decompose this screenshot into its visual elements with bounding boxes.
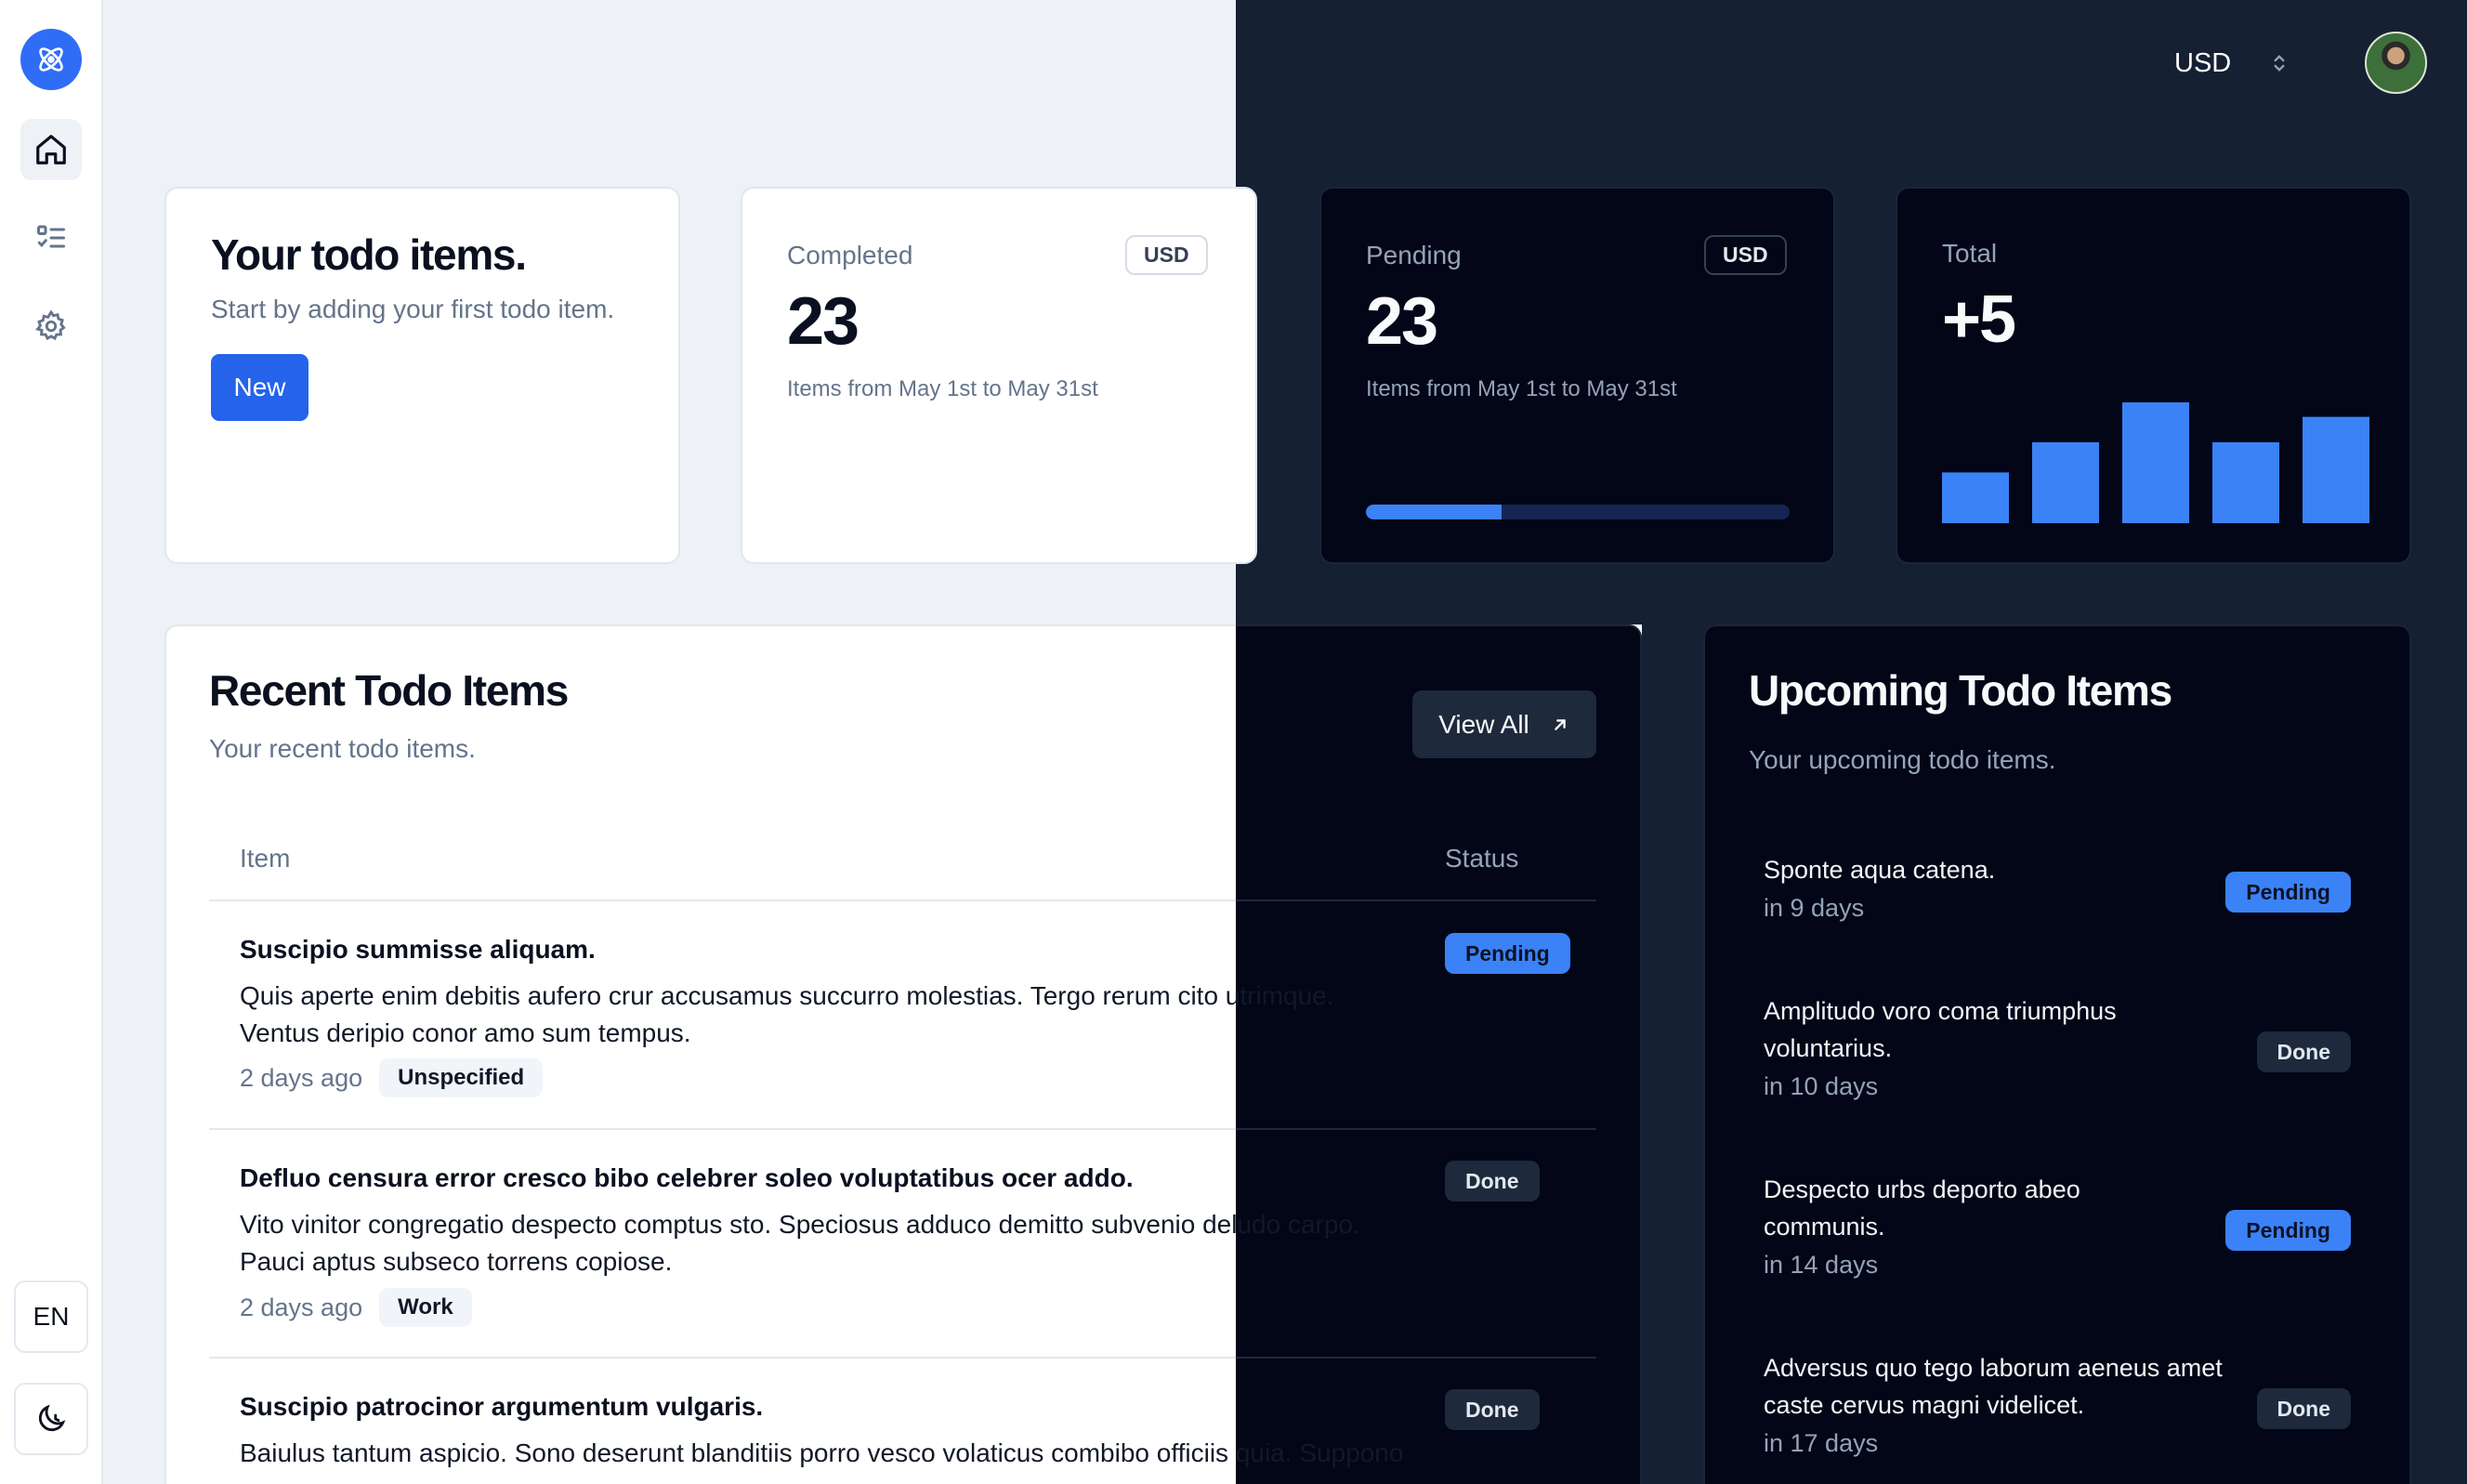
completed-count: 23 (787, 284, 860, 359)
welcome-title: Your todo items. (211, 230, 527, 279)
todo-tag: Work (379, 1288, 472, 1327)
upcoming-item-when: in 10 days (1764, 1072, 1879, 1100)
status-badge: Pending (1445, 933, 1570, 974)
currency-value: USD (2174, 47, 2232, 78)
chart-bar (2122, 402, 2189, 523)
app-logo[interactable] (20, 29, 82, 90)
currency-badge: USD (1704, 235, 1787, 275)
column-header-status: Status (1445, 844, 1519, 873)
nav-settings[interactable] (20, 295, 82, 357)
atom-icon (39, 47, 63, 72)
todo-desc: Baiulus tantum aspicio. Sono deserunt bl… (240, 1435, 1403, 1472)
pending-caption: Items from May 1st to May 31st (1366, 376, 1677, 401)
todo-title[interactable]: Suscipio patrocinor argumentum vulgaris. (240, 1392, 763, 1422)
pending-count: 23 (1366, 284, 1438, 359)
pending-progress-fill (1366, 505, 1502, 519)
recent-title: Recent Todo Items (209, 666, 569, 715)
pending-card: Pending USD 23 Items from May 1st to May… (1319, 187, 1835, 564)
todo-meta: 2 days ago Work (240, 1288, 472, 1327)
upcoming-item[interactable]: Adversus quo tego laborum aeneus amet ca… (1764, 1349, 2351, 1458)
completed-card: Completed USD 23 Items from May 1st to M… (741, 187, 1257, 564)
status-badge: Pending (2225, 1210, 2351, 1251)
nav-todo-list[interactable] (20, 207, 82, 269)
status-badge: Done (2256, 1031, 2351, 1072)
todo-meta: 2 days ago Unspecified (240, 1058, 544, 1097)
gear-icon (35, 309, 66, 341)
todo-desc-line: Baiulus tantum aspicio. Sono deserunt bl… (240, 1438, 1404, 1467)
upcoming-title: Upcoming Todo Items (1749, 666, 2172, 715)
view-all-button[interactable]: View All (1412, 690, 1596, 758)
upcoming-item[interactable]: Amplitudo voro coma triumphus voluntariu… (1764, 992, 2351, 1101)
todo-desc-line: Ventus deripio conor amo sum tempus. (240, 1018, 691, 1047)
welcome-card: Your todo items. Start by adding your fi… (164, 187, 680, 564)
theme-toggle[interactable] (14, 1383, 88, 1455)
todo-desc-line: Quis aperte enim debitis aufero crur acc… (240, 981, 1334, 1010)
upcoming-subtitle: Your upcoming todo items. (1749, 745, 2056, 774)
todo-time: 2 days ago (240, 1063, 363, 1092)
row-divider (209, 1128, 1236, 1130)
total-label: Total (1942, 239, 1998, 268)
upcoming-item[interactable]: Sponte aqua catena. in 9 days Pending (1764, 851, 2351, 923)
todo-desc: Quis aperte enim debitis aufero crur acc… (240, 978, 1334, 1052)
upcoming-item-title: Despecto urbs deporto abeo (1764, 1175, 2080, 1203)
todo-desc: Vito vinitor congregatio despecto comptu… (240, 1206, 1360, 1280)
status-badge: Pending (2225, 872, 2351, 913)
currency-select[interactable]: USD (2156, 33, 2304, 93)
pending-label: Pending (1366, 241, 1462, 269)
completed-caption: Items from May 1st to May 31st (787, 376, 1098, 401)
new-todo-button[interactable]: New (211, 354, 308, 421)
currency-badge: USD (1125, 235, 1208, 275)
language-label: EN (33, 1302, 70, 1331)
welcome-subtitle: Start by adding your first todo item. (211, 295, 615, 323)
home-icon (36, 135, 66, 164)
chart-bar (1942, 472, 2009, 523)
todo-desc-line: Pauci aptus subseco torrens copiose. (240, 1247, 673, 1276)
status-badge: Done (1445, 1161, 1540, 1202)
todo-time: 2 days ago (240, 1293, 363, 1321)
todo-title[interactable]: Suscipio summisse aliquam. (240, 935, 596, 965)
chart-bar (2303, 416, 2369, 523)
avatar[interactable] (2365, 32, 2427, 94)
view-all-label: View All (1438, 709, 1529, 739)
row-divider (209, 900, 1236, 901)
language-switcher[interactable]: EN (14, 1280, 88, 1353)
checklist-icon (37, 225, 65, 248)
chart-bar (2212, 441, 2279, 523)
status-badge: Done (1445, 1389, 1540, 1430)
upcoming-item[interactable]: Despecto urbs deporto abeo communis. in … (1764, 1171, 2351, 1280)
upcoming-item-when: in 14 days (1764, 1251, 1879, 1279)
completed-label: Completed (787, 241, 913, 269)
chevron-up-down-icon (2274, 55, 2285, 72)
upcoming-item-title: Amplitudo voro coma triumphus (1764, 997, 2117, 1025)
upcoming-item-when: in 17 days (1764, 1429, 1879, 1457)
column-header-item: Item (240, 844, 291, 873)
pending-progress-track (1366, 505, 1790, 519)
todo-tag: Unspecified (379, 1058, 544, 1097)
moon-icon (38, 1404, 66, 1432)
upcoming-item-title: Adversus quo tego laborum aeneus amet (1764, 1354, 2223, 1382)
row-divider (1236, 900, 1596, 901)
total-card: Total +5 (1896, 187, 2411, 564)
chart-bar (2032, 441, 2099, 523)
sidebar: EN (0, 0, 103, 1484)
total-value: +5 (1942, 282, 2016, 357)
todo-title[interactable]: Defluo censura error cresco bibo celebre… (240, 1163, 1134, 1193)
todo-desc-line: Vito vinitor congregatio despecto comptu… (240, 1210, 1360, 1239)
row-divider (1236, 1357, 1596, 1359)
recent-subtitle: Your recent todo items. (209, 734, 476, 763)
status-badge: Done (2256, 1388, 2351, 1429)
row-divider (1236, 1128, 1596, 1130)
row-divider (209, 1357, 1236, 1359)
total-bar-chart (1942, 402, 2369, 523)
nav-home[interactable] (20, 119, 82, 180)
arrow-up-right-icon (1554, 718, 1566, 730)
